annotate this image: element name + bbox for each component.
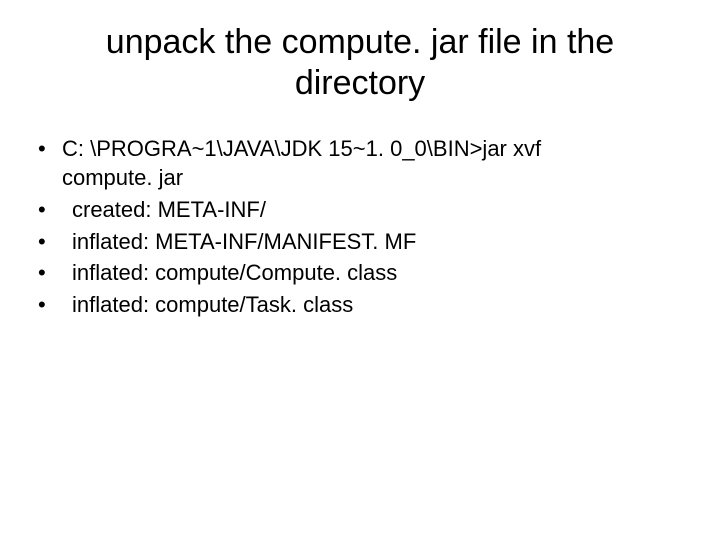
list-item-text: inflated: META-INF/MANIFEST. MF — [62, 229, 416, 254]
list-item: inflated: compute/Task. class — [30, 290, 720, 320]
slide-body: C: \PROGRA~1\JAVA\JDK 15~1. 0_0\BIN>jar … — [0, 114, 720, 320]
list-item-text: inflated: compute/Task. class — [62, 292, 353, 317]
list-item: created: META-INF/ — [30, 195, 720, 225]
list-item-text-wrap: compute. jar — [62, 163, 720, 193]
slide: unpack the compute. jar file in the dire… — [0, 0, 720, 540]
list-item: inflated: META-INF/MANIFEST. MF — [30, 227, 720, 257]
bullet-list: C: \PROGRA~1\JAVA\JDK 15~1. 0_0\BIN>jar … — [30, 134, 720, 320]
slide-title: unpack the compute. jar file in the dire… — [0, 0, 720, 114]
list-item-text: created: META-INF/ — [62, 197, 266, 222]
list-item-text: inflated: compute/Compute. class — [62, 260, 397, 285]
list-item: C: \PROGRA~1\JAVA\JDK 15~1. 0_0\BIN>jar … — [30, 134, 720, 193]
list-item: inflated: compute/Compute. class — [30, 258, 720, 288]
list-item-text: C: \PROGRA~1\JAVA\JDK 15~1. 0_0\BIN>jar … — [62, 136, 541, 161]
